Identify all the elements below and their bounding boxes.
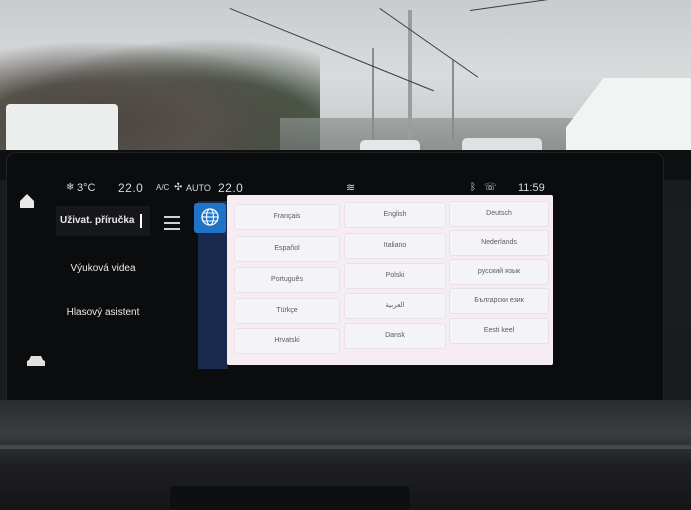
van-left [6,104,118,156]
language-option[interactable]: Polski [345,264,445,288]
menu-item-label: Výuková videa [70,263,136,274]
language-option[interactable]: Deutsch [450,202,548,226]
menu-item-voice-assistant[interactable]: Hlasový asistent [56,298,150,328]
language-option[interactable]: Eesti keel [450,319,548,343]
language-option[interactable]: Italiano [345,234,445,258]
menu-icon[interactable] [164,216,180,230]
temp-left[interactable]: 22.0 [118,180,143,196]
home-icon[interactable] [18,192,36,210]
dashboard-trim [0,445,691,449]
menu-item-label: Uživat. příručka [60,215,135,226]
temp-right[interactable]: 22.0 [218,180,243,196]
language-option[interactable]: Български език [450,289,548,313]
dashboard-side [664,205,691,325]
language-option[interactable]: Nederlands [450,231,548,255]
snowflake-icon: ❄ [66,182,75,193]
globe-icon [201,208,219,226]
language-option[interactable]: Português [235,268,339,292]
outside-temp: 3°C [77,182,96,194]
ac-label[interactable]: A/C [156,180,169,196]
language-option[interactable]: Español [235,237,339,261]
fan-icon[interactable]: ✣ [174,180,182,196]
dashboard-vent [170,486,410,510]
language-option[interactable]: Dansk [345,324,445,348]
language-option[interactable]: русский язык [450,260,548,284]
photo-scene: ❄ 3°C 22.0 A/C ✣ AUTO 22.0 ≋ ᛒ ☏ 11:59 U… [0,0,691,510]
menu-item-user-manual[interactable]: Uživat. příručka [56,206,150,236]
language-option[interactable]: Türkçe [235,299,339,323]
clock: 11:59 [518,182,545,194]
bluetooth-icon: ᛒ [470,182,476,193]
language-button[interactable] [194,203,226,233]
language-option[interactable]: العربية [345,294,445,318]
language-option[interactable]: Hrvatski [235,329,339,353]
auto-label[interactable]: AUTO [186,180,211,196]
pylon [372,48,374,148]
pylon-far [452,60,454,140]
menu-item-label: Hlasový asistent [66,307,140,318]
seat-heat-icon[interactable]: ≋ [346,180,355,196]
language-panel: Français English Deutsch Español Italian… [227,195,553,365]
car-icon[interactable] [26,354,46,368]
language-option[interactable]: English [345,203,445,227]
phone-icon: ☏ [484,182,497,193]
language-option[interactable]: Français [235,205,339,229]
active-indicator [140,214,142,228]
menu-item-tutorial-videos[interactable]: Výuková videa [56,254,150,284]
